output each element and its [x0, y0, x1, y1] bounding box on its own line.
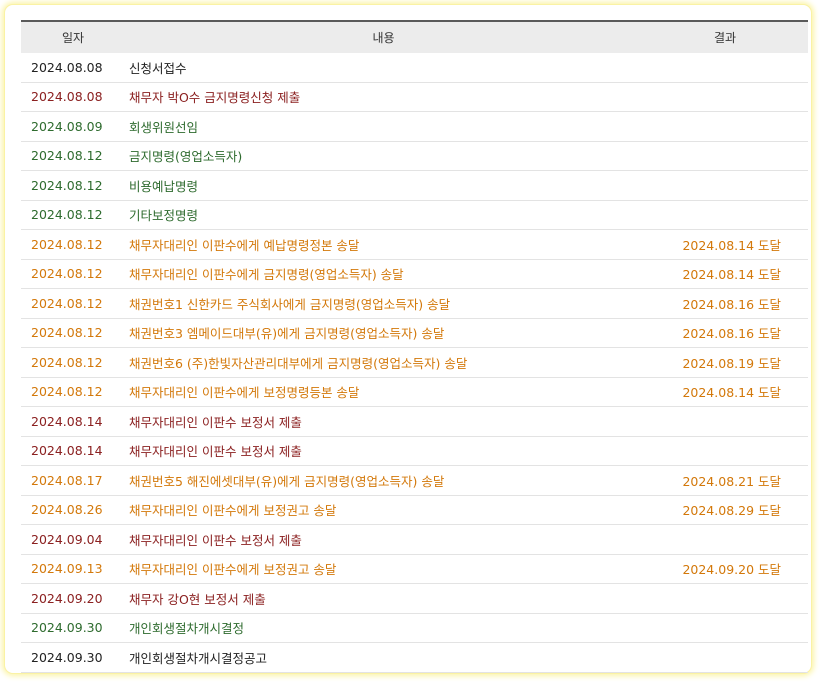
row-content: 채무자대리인 이판수에게 예납명령정본 송달: [125, 229, 642, 260]
row-date: 2024.08.26: [21, 495, 125, 525]
row-result: 2024.08.14 도달: [642, 259, 808, 289]
row-date: 2024.08.12: [21, 288, 125, 319]
table-row: 2024.08.12 채무자대리인 이판수에게 금지명령(영업소득자) 송달 202…: [21, 259, 808, 289]
row-result: 2024.08.19 도달: [642, 347, 808, 378]
row-date: 2024.08.14: [21, 406, 125, 437]
row-result: [642, 141, 808, 171]
row-content: 신청서접수: [125, 53, 642, 83]
row-content: 개인회생절차개시결정: [125, 613, 642, 643]
table-row: 2024.08.26 채무자대리인 이판수에게 보정권고 송달 2024.08.29…: [21, 495, 808, 525]
row-date: 2024.09.30: [21, 642, 125, 673]
table-row: 2024.09.20 채무자 강O현 보정서 제출: [21, 583, 808, 614]
row-content: 채무자대리인 이판수 보정서 제출: [125, 406, 642, 437]
case-history-table-wrapper: 일자 내용 결과 2024.08.08 신청서접수 2024.08.08 채무자 박O…: [21, 20, 808, 673]
row-content: 회생위원선임: [125, 111, 642, 142]
row-content: 채무자대리인 이판수 보정서 제출: [125, 524, 642, 555]
row-result: [642, 200, 808, 230]
table-row: 2024.08.17 채권번호5 해진에셋대부(유)에게 금지명령(영업소득자) …: [21, 465, 808, 496]
row-result: [642, 436, 808, 466]
table-row: 2024.08.14 채무자대리인 이판수 보정서 제출: [21, 436, 808, 466]
row-result: [642, 406, 808, 437]
table-body: 2024.08.08 신청서접수 2024.08.08 채무자 박O수 금지명령신청 …: [21, 53, 808, 673]
row-date: 2024.09.30: [21, 613, 125, 643]
row-result: 2024.08.21 도달: [642, 465, 808, 496]
row-date: 2024.09.20: [21, 583, 125, 614]
row-date: 2024.08.12: [21, 200, 125, 230]
row-content: 채권번호1 신한카드 주식회사에게 금지명령(영업소득자) 송달: [125, 288, 642, 319]
row-result: [642, 524, 808, 555]
row-date: 2024.08.12: [21, 377, 125, 407]
case-history-panel: 일자 내용 결과 2024.08.08 신청서접수 2024.08.08 채무자 박O…: [5, 5, 811, 673]
row-content: 채무자 박O수 금지명령신청 제출: [125, 82, 642, 112]
row-date: 2024.08.12: [21, 318, 125, 348]
row-content: 개인회생절차개시결정공고: [125, 642, 642, 673]
row-result: [642, 82, 808, 112]
row-result: [642, 642, 808, 673]
row-result: 2024.08.16 도달: [642, 288, 808, 319]
row-content: 기타보정명령: [125, 200, 642, 230]
table-row: 2024.08.12 비용예납명령: [21, 170, 808, 201]
row-date: 2024.09.04: [21, 524, 125, 555]
row-content: 비용예납명령: [125, 170, 642, 201]
row-content: 금지명령(영업소득자): [125, 141, 642, 171]
table-row: 2024.08.12 채권번호1 신한카드 주식회사에게 금지명령(영업소득자) …: [21, 288, 808, 319]
row-content: 채무자대리인 이판수에게 금지명령(영업소득자) 송달: [125, 259, 642, 289]
column-header-date: 일자: [21, 20, 125, 53]
table-row: 2024.08.14 채무자대리인 이판수 보정서 제출: [21, 406, 808, 437]
row-date: 2024.08.17: [21, 465, 125, 496]
table-row: 2024.09.30 개인회생절차개시결정: [21, 613, 808, 643]
row-content: 채무자대리인 이판수에게 보정명령등본 송달: [125, 377, 642, 407]
row-date: 2024.08.14: [21, 436, 125, 466]
row-content: 채권번호6 (주)한빛자산관리대부에게 금지명령(영업소득자) 송달: [125, 347, 642, 378]
row-result: [642, 170, 808, 201]
row-result: 2024.08.14 도달: [642, 377, 808, 407]
row-date: 2024.08.08: [21, 53, 125, 83]
row-result: 2024.08.14 도달: [642, 229, 808, 260]
table-row: 2024.08.08 신청서접수: [21, 53, 808, 83]
column-header-content: 내용: [125, 20, 642, 53]
row-date: 2024.08.12: [21, 259, 125, 289]
row-content: 채무자대리인 이판수 보정서 제출: [125, 436, 642, 466]
row-date: 2024.08.12: [21, 141, 125, 171]
table-row: 2024.08.12 채권번호3 엠메이드대부(유)에게 금지명령(영업소득자) …: [21, 318, 808, 348]
row-result: [642, 613, 808, 643]
table-row: 2024.09.13 채무자대리인 이판수에게 보정권고 송달 2024.09.20…: [21, 554, 808, 584]
row-date: 2024.08.09: [21, 111, 125, 142]
row-date: 2024.09.13: [21, 554, 125, 584]
table-row: 2024.09.04 채무자대리인 이판수 보정서 제출: [21, 524, 808, 555]
table-row: 2024.08.12 금지명령(영업소득자): [21, 141, 808, 171]
row-date: 2024.08.12: [21, 347, 125, 378]
row-date: 2024.08.12: [21, 229, 125, 260]
row-content: 채무자대리인 이판수에게 보정권고 송달: [125, 495, 642, 525]
row-result: [642, 111, 808, 142]
table-row: 2024.08.12 기타보정명령: [21, 200, 808, 230]
row-result: [642, 583, 808, 614]
table-row: 2024.08.12 채무자대리인 이판수에게 예납명령정본 송달 2024.08.…: [21, 229, 808, 260]
table-row: 2024.09.30 개인회생절차개시결정공고: [21, 642, 808, 673]
row-result: 2024.08.16 도달: [642, 318, 808, 348]
table-row: 2024.08.12 채무자대리인 이판수에게 보정명령등본 송달 2024.08.…: [21, 377, 808, 407]
row-content: 채무자대리인 이판수에게 보정권고 송달: [125, 554, 642, 584]
table-header-row: 일자 내용 결과: [21, 20, 808, 53]
row-content: 채권번호5 해진에셋대부(유)에게 금지명령(영업소득자) 송달: [125, 465, 642, 496]
case-history-table: 일자 내용 결과 2024.08.08 신청서접수 2024.08.08 채무자 박O…: [21, 20, 808, 673]
row-date: 2024.08.12: [21, 170, 125, 201]
row-result: 2024.08.29 도달: [642, 495, 808, 525]
row-date: 2024.08.08: [21, 82, 125, 112]
row-content: 채권번호3 엠메이드대부(유)에게 금지명령(영업소득자) 송달: [125, 318, 642, 348]
column-header-result: 결과: [642, 20, 808, 53]
table-row: 2024.08.08 채무자 박O수 금지명령신청 제출: [21, 82, 808, 112]
row-result: [642, 53, 808, 83]
row-result: 2024.09.20 도달: [642, 554, 808, 584]
row-content: 채무자 강O현 보정서 제출: [125, 583, 642, 614]
table-row: 2024.08.09 회생위원선임: [21, 111, 808, 142]
table-row: 2024.08.12 채권번호6 (주)한빛자산관리대부에게 금지명령(영업소득자…: [21, 347, 808, 378]
